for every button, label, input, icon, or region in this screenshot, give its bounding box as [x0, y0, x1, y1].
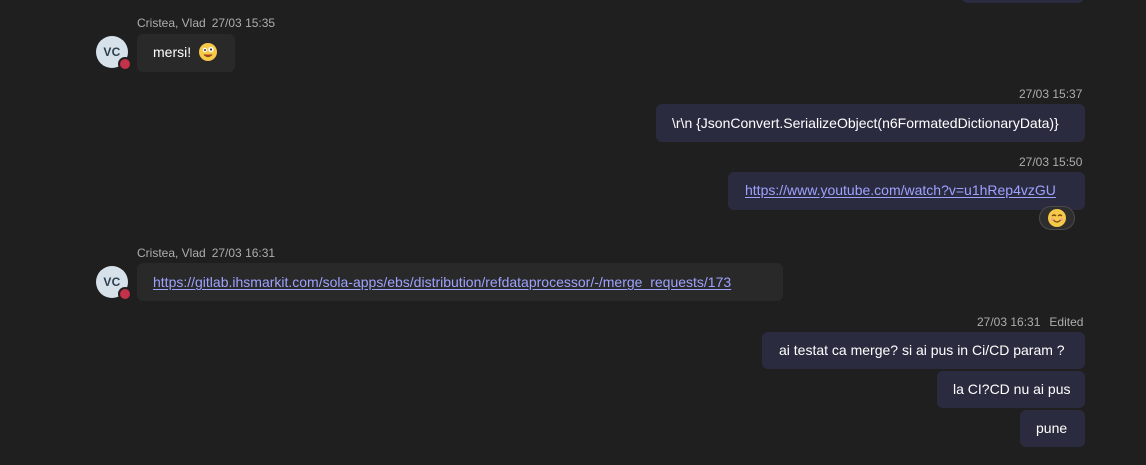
message-bubble[interactable]: la CI?CD nu ai pus [937, 371, 1085, 408]
avatar[interactable]: VC [96, 266, 132, 301]
message-timestamp: 27/03 16:31 [211, 246, 276, 260]
previous-message-bubble-edge [962, 0, 1084, 3]
message-timestamp: 27/03 15:35 [211, 16, 276, 30]
youtube-link[interactable]: https://www.youtube.com/watch?v=u1hRep4v… [745, 182, 1056, 198]
message-timestamp: 27/03 16:31 [977, 315, 1041, 329]
message-header: Cristea, Vlad 27/03 16:31 [137, 246, 275, 260]
presence-busy-icon [118, 57, 132, 71]
message-bubble[interactable]: https://gitlab.ihsmarkit.com/sola-apps/e… [137, 263, 783, 301]
message-text: pune [1036, 420, 1068, 436]
sender-name: Cristea, Vlad [137, 16, 206, 30]
edited-label: Edited [1049, 315, 1084, 329]
avatar-initials: VC [103, 45, 121, 59]
gitlab-link[interactable]: https://gitlab.ihsmarkit.com/sola-apps/e… [153, 274, 731, 290]
message-header: Cristea, Vlad 27/03 15:35 [137, 16, 275, 30]
message-timestamp: 27/03 15:50 [1019, 155, 1083, 169]
message-bubble[interactable]: https://www.youtube.com/watch?v=u1hRep4v… [728, 172, 1085, 210]
message-text: la CI?CD nu ai pus [953, 381, 1071, 397]
message-text: \r\n {JsonConvert.SerializeObject(n6Form… [672, 115, 1059, 131]
reaction-badge[interactable] [1039, 206, 1075, 230]
presence-busy-icon [118, 287, 132, 301]
message-bubble[interactable]: pune [1020, 410, 1085, 447]
message-bubble[interactable]: ai testat ca merge? si ai pus in Ci/CD p… [762, 332, 1085, 369]
message-header: 27/03 16:31 Edited [977, 315, 1083, 329]
message-bubble[interactable]: mersi! [137, 34, 235, 72]
message-bubble[interactable]: \r\n {JsonConvert.SerializeObject(n6Form… [656, 104, 1085, 142]
message-text: ai testat ca merge? si ai pus in Ci/CD p… [779, 342, 1065, 358]
zany-face-emoji-icon [199, 43, 218, 62]
avatar-initials: VC [103, 275, 121, 289]
message-timestamp: 27/03 15:37 [1019, 87, 1083, 101]
sender-name: Cristea, Vlad [137, 246, 206, 260]
avatar[interactable]: VC [96, 36, 132, 71]
smiling-face-emoji-icon [1048, 209, 1066, 227]
message-text: mersi! [153, 44, 192, 60]
